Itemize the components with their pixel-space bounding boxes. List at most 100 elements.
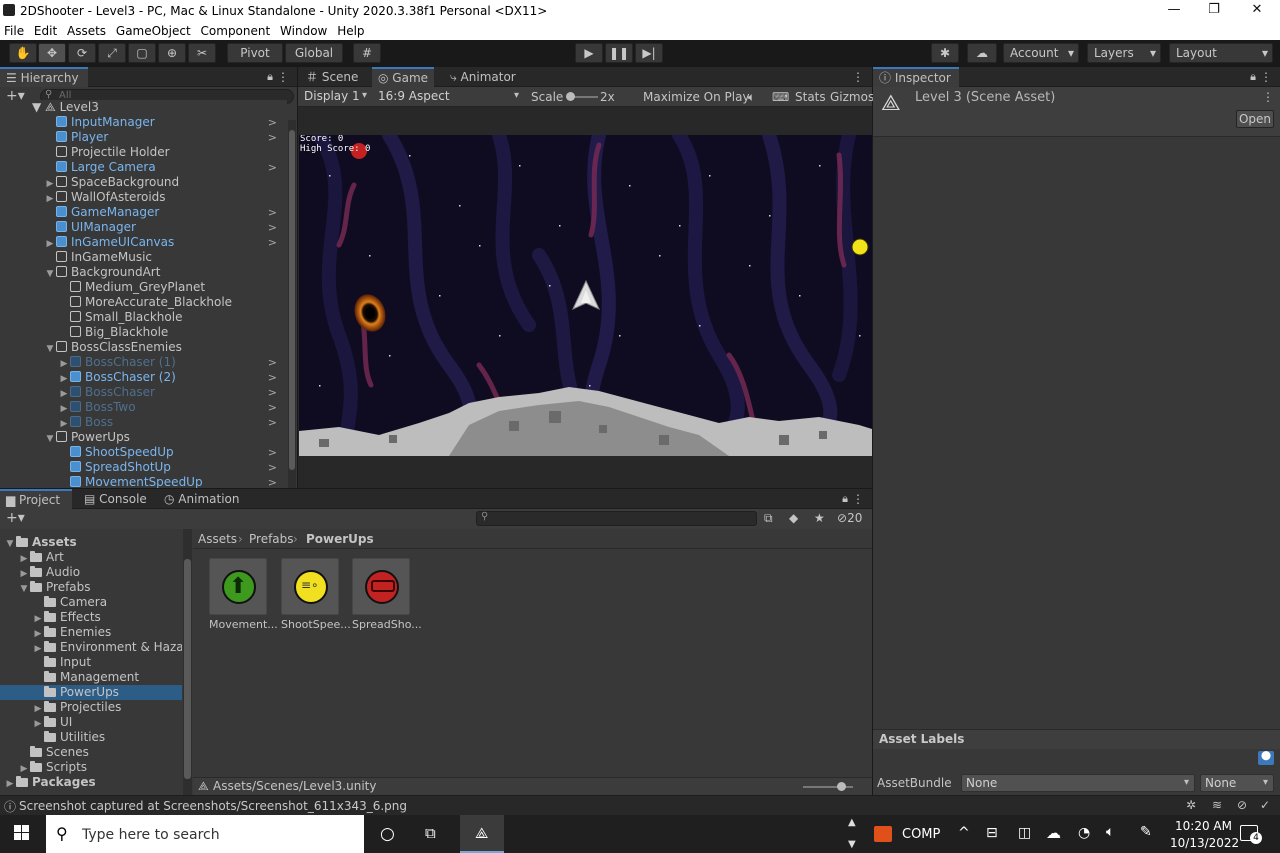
folder-item[interactable]: ▶ Scripts (0, 760, 182, 775)
global-button[interactable]: Global (285, 43, 343, 63)
task-view-icon[interactable]: ⧉ (425, 824, 436, 842)
hierarchy-item[interactable]: ▶ InGameUICanvas > (44, 235, 287, 250)
expand-right-icon[interactable]: ▶ (4, 777, 16, 792)
folder-item[interactable]: ▶Environment & Hazards (0, 640, 182, 655)
transform-tool-icon[interactable]: ⊕ (158, 43, 186, 63)
comp-label[interactable]: COMP (902, 827, 940, 842)
chevron-right-icon[interactable]: > (268, 205, 277, 220)
display-dropdown[interactable]: Display 1 (300, 88, 372, 106)
layers-dropdown[interactable]: Layers ▾ (1087, 43, 1161, 63)
rotate-tool-icon[interactable]: ⟳ (68, 43, 96, 63)
scrollbar-thumb[interactable] (184, 559, 191, 779)
hierarchy-item[interactable]: MovementSpeedUp > (58, 475, 287, 488)
tray-chevron-up-icon[interactable]: ^ (958, 825, 970, 841)
scale-slider[interactable] (566, 92, 598, 101)
breadcrumb-assets[interactable]: Assets (198, 532, 237, 546)
hierarchy-item[interactable]: UIManager > (44, 220, 287, 235)
custom-tool-icon[interactable]: ✂ (188, 43, 216, 63)
folder-item[interactable]: Input (0, 655, 182, 670)
menu-window[interactable]: Window (280, 22, 327, 40)
pause-button[interactable]: ❚❚ (605, 43, 633, 63)
expand-down-icon[interactable]: ▼ (44, 342, 56, 357)
onedrive-cloud-icon[interactable]: ☁ (1046, 824, 1061, 842)
mute-audio-icon[interactable]: 🔈︎ (748, 90, 755, 105)
assetbundle-variant-dropdown[interactable]: None (1200, 774, 1274, 792)
more-menu-icon[interactable]: ⋮ (852, 70, 864, 84)
debug-icon[interactable]: ✲ (1186, 798, 1196, 812)
hierarchy-item[interactable]: Large Camera > (44, 160, 287, 175)
lock-icon[interactable]: 🔒︎ (267, 70, 273, 84)
check-icon[interactable]: ✓ (1260, 798, 1270, 812)
tab-inspector[interactable]: ⓘ Inspector (873, 67, 959, 87)
move-tool-icon[interactable]: ✥ (38, 43, 66, 63)
expand-down-icon[interactable]: ▼ (44, 267, 56, 282)
aspect-dropdown[interactable]: 16:9 Aspect (374, 88, 524, 106)
folder-item[interactable]: Utilities (0, 730, 182, 745)
menu-help[interactable]: Help (337, 22, 364, 40)
volume-icon[interactable]: 🔈︎ (1106, 824, 1114, 840)
hierarchy-item[interactable]: ▶ BossTwo > (58, 400, 287, 415)
hand-tool-icon[interactable]: ✋ (9, 43, 37, 63)
folder-item[interactable]: Management (0, 670, 182, 685)
chevron-right-icon[interactable]: > (268, 235, 277, 250)
folder-item[interactable]: PowerUps (0, 685, 182, 700)
more-menu-icon[interactable]: ⋮ (1260, 70, 1272, 84)
tab-animation[interactable]: ◷ Animation (158, 489, 245, 509)
chevron-right-icon[interactable]: > (268, 415, 277, 430)
more-menu-icon[interactable]: ⋮ (1262, 90, 1274, 104)
clock-date[interactable]: 10/13/2022 (1170, 836, 1239, 850)
hierarchy-item[interactable]: ▶ WallOfAsteroids (44, 190, 287, 205)
filter-label-icon[interactable]: ◆ (789, 511, 798, 525)
tab-project[interactable]: ▆ Project (0, 489, 72, 509)
chevron-right-icon[interactable]: > (268, 475, 277, 488)
hierarchy-item[interactable]: MoreAccurate_Blackhole (58, 295, 287, 310)
maximize-on-play-toggle[interactable]: Maximize On Play (643, 90, 750, 104)
tab-console[interactable]: ▤ Console (78, 489, 153, 509)
hierarchy-item[interactable]: ▼ BossClassEnemies (44, 340, 287, 355)
restore-icon[interactable]: ❐ (1199, 2, 1229, 20)
chevron-right-icon[interactable]: > (268, 130, 277, 145)
folder-item[interactable]: ▶ Effects (0, 610, 182, 625)
stats-toggle[interactable]: Stats (795, 90, 826, 104)
comp-app-icon[interactable] (874, 826, 892, 842)
assetbundle-dropdown[interactable]: None (961, 774, 1195, 792)
minimize-icon[interactable]: — (1159, 2, 1189, 20)
asset-shootspeedup[interactable]: ≡∘ ShootSpee... (281, 558, 351, 631)
hierarchy-item[interactable]: Big_Blackhole (58, 325, 287, 340)
favorite-icon[interactable]: ★ (814, 511, 825, 525)
pivot-button[interactable]: Pivot (227, 43, 283, 63)
lock-icon[interactable]: 🔒︎ (1250, 70, 1256, 84)
taskbar-search-input[interactable]: ⚲ Type here to search (46, 815, 364, 853)
hierarchy-item[interactable]: SpreadShotUp > (58, 460, 287, 475)
hierarchy-item[interactable]: Projectile Holder (44, 145, 287, 160)
hierarchy-item[interactable]: ShootSpeedUp > (58, 445, 287, 460)
chevron-right-icon[interactable]: > (268, 220, 277, 235)
account-dropdown[interactable]: Account ▾ (1003, 43, 1079, 63)
folder-item[interactable]: ▶ Audio (0, 565, 182, 580)
chevron-right-icon[interactable]: > (268, 385, 277, 400)
folder-item[interactable]: Scenes (0, 745, 182, 760)
play-button[interactable]: ▶ (575, 43, 603, 63)
game-viewport[interactable]: Score: 0 High Score: 0 (299, 135, 872, 456)
hierarchy-item[interactable]: GameManager > (44, 205, 287, 220)
grid-snap-icon[interactable]: # (353, 43, 381, 63)
step-button[interactable]: ▶| (635, 43, 663, 63)
chevron-right-icon[interactable]: > (268, 115, 277, 130)
add-icon[interactable]: +▾ (6, 510, 25, 526)
folder-item[interactable]: ▼ Prefabs (0, 580, 182, 595)
auto-refresh-icon[interactable]: ⊘ (1237, 798, 1247, 812)
layers-stack-icon[interactable]: ≋ (1212, 798, 1222, 812)
asset-spreadshotup[interactable]: SpreadSho... (352, 558, 422, 631)
icon-size-slider[interactable] (803, 782, 853, 791)
hierarchy-item[interactable]: InGameMusic (44, 250, 287, 265)
project-tree-scrollbar[interactable] (183, 529, 192, 795)
tab-hierarchy[interactable]: ☰ Hierarchy (0, 67, 88, 87)
menu-assets[interactable]: Assets (67, 22, 106, 40)
breadcrumb-prefabs[interactable]: Prefabs (249, 532, 294, 546)
filter-type-icon[interactable]: ⧉ (764, 511, 773, 526)
folder-item[interactable]: ▶ Art (0, 550, 182, 565)
scale-tool-icon[interactable]: ⤢ (98, 43, 126, 63)
folder-item[interactable]: ▶ UI (0, 715, 182, 730)
scale-slider-thumb[interactable] (566, 92, 575, 101)
menu-file[interactable]: File (4, 22, 24, 40)
